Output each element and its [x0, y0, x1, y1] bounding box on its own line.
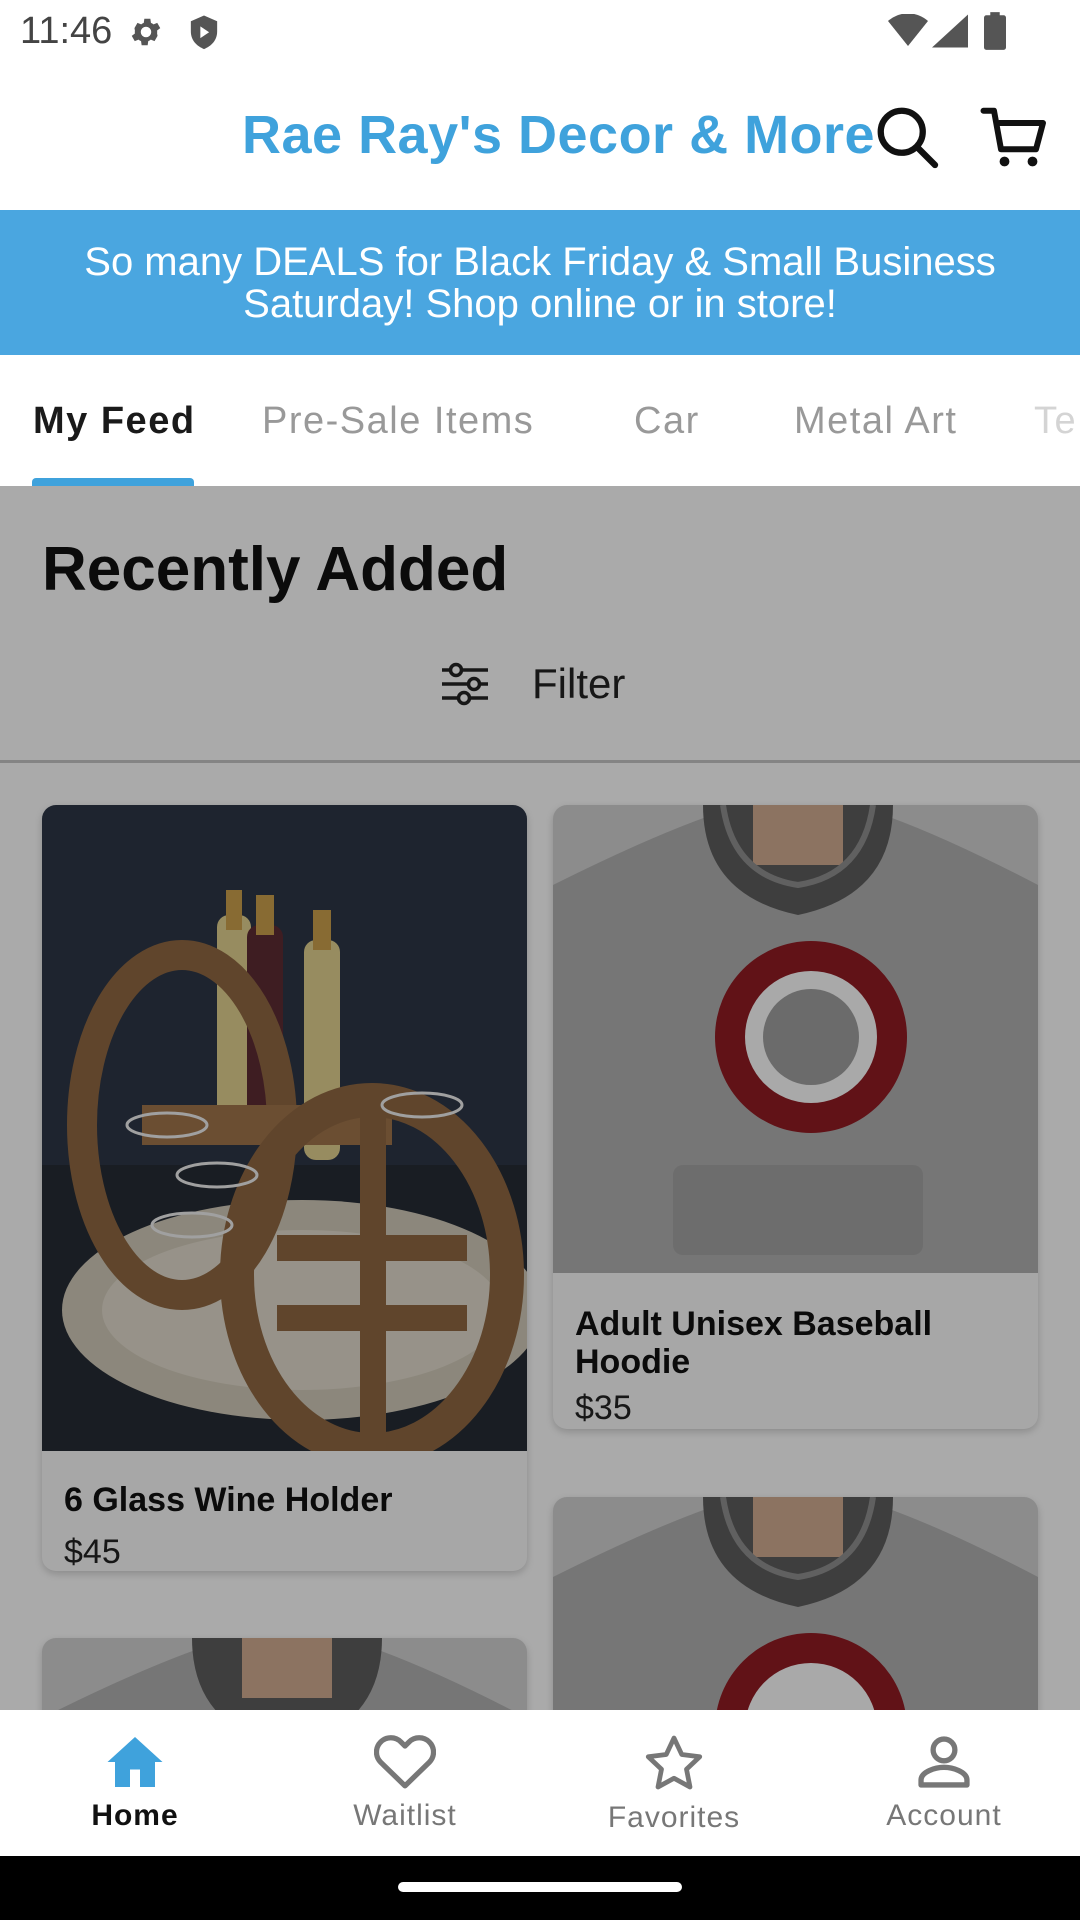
- product-price: $45: [64, 1533, 121, 1571]
- nav-home[interactable]: Home: [35, 1734, 235, 1833]
- battery-icon: [984, 12, 1006, 50]
- settings-icon: [131, 18, 161, 46]
- product-card[interactable]: [553, 1497, 1038, 1710]
- nav-favorites[interactable]: Favorites: [574, 1734, 774, 1835]
- shield-icon: [190, 15, 218, 50]
- promo-banner[interactable]: So many DEALS for Black Friday & Small B…: [0, 210, 1080, 355]
- home-gesture-handle[interactable]: [398, 1882, 682, 1892]
- search-icon[interactable]: [872, 102, 942, 172]
- product-card[interactable]: 6 Glass Wine Holder $45: [42, 805, 527, 1571]
- cart-icon[interactable]: [980, 102, 1050, 172]
- nav-label: Home: [91, 1799, 179, 1832]
- system-gesture-bar: [0, 1856, 1080, 1920]
- tab-pre-sale-items[interactable]: Pre-Sale Items: [262, 400, 534, 443]
- product-image-wine-holder: [42, 805, 527, 1451]
- status-time: 11:46: [20, 10, 113, 52]
- product-image-hoodie: [553, 805, 1038, 1273]
- filter-icon: [442, 662, 488, 706]
- heart-icon: [373, 1735, 437, 1789]
- product-image-hoodie: [553, 1497, 1038, 1710]
- filter-button[interactable]: Filter: [440, 654, 625, 714]
- status-bar: 11:46: [0, 0, 1080, 64]
- wifi-icon: [888, 14, 928, 46]
- nav-label: Account: [886, 1799, 1002, 1832]
- filter-label: Filter: [532, 660, 626, 707]
- feed-content: Recently Added Filter 6 Glass Wine Holde…: [0, 486, 1080, 1710]
- product-card[interactable]: Adult Unisex Baseball Hoodie $35: [553, 805, 1038, 1429]
- tab-car[interactable]: Car: [634, 400, 700, 443]
- nav-label: Favorites: [607, 1801, 741, 1834]
- account-icon: [918, 1736, 970, 1788]
- section-title: Recently Added: [42, 535, 509, 604]
- bottom-nav: Home Waitlist Favorites Account: [0, 1710, 1080, 1856]
- divider: [0, 760, 1080, 763]
- tab-indicator: [32, 478, 194, 486]
- nav-account[interactable]: Account: [844, 1734, 1044, 1833]
- tab-metal-art[interactable]: Metal Art: [794, 400, 957, 443]
- category-tabs: My Feed Pre-Sale Items Car Metal Art Te: [0, 355, 1080, 485]
- nav-waitlist[interactable]: Waitlist: [305, 1734, 505, 1833]
- tab-partial[interactable]: Te: [1034, 400, 1077, 443]
- product-price: $35: [575, 1389, 632, 1427]
- home-icon: [107, 1737, 163, 1787]
- tab-my-feed[interactable]: My Feed: [33, 400, 196, 443]
- store-title: Rae Ray's Decor & More: [242, 105, 876, 165]
- product-image-hoodie: [42, 1638, 527, 1710]
- star-icon: [645, 1735, 703, 1790]
- product-card[interactable]: [42, 1638, 527, 1710]
- product-name: 6 Glass Wine Holder: [64, 1481, 393, 1519]
- nav-label: Waitlist: [353, 1799, 457, 1832]
- promo-banner-text: So many DEALS for Black Friday & Small B…: [84, 239, 996, 326]
- app-header: Rae Ray's Decor & More: [0, 64, 1080, 210]
- product-name: Adult Unisex Baseball Hoodie: [575, 1305, 933, 1381]
- signal-icon: [932, 14, 968, 48]
